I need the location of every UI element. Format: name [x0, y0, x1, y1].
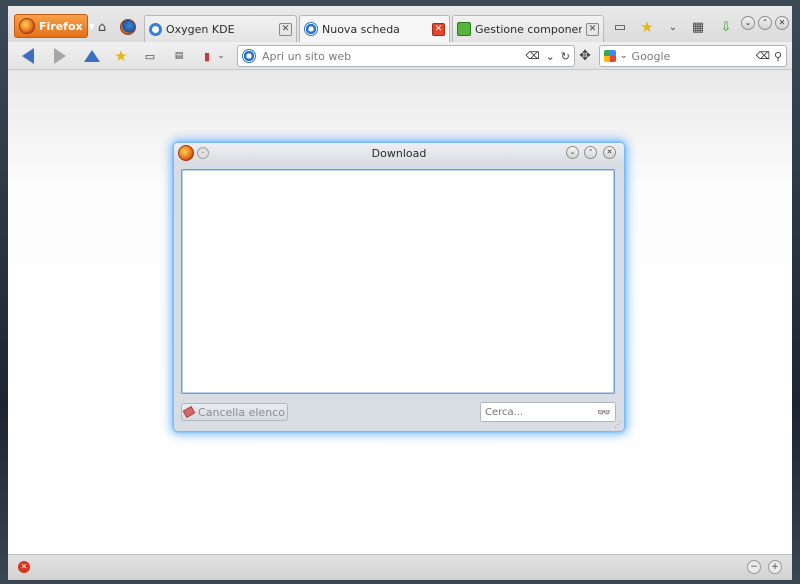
binoculars-icon: 👓 [597, 405, 611, 419]
download-dialog: · Download ⌄ ⌃ ✕ Cancella elenco 👓 ⋰ [174, 143, 624, 431]
zoom-out-icon[interactable]: − [747, 560, 761, 574]
ie-icon [304, 22, 318, 36]
resize-grip-icon[interactable]: ⋰ [614, 420, 622, 429]
error-icon[interactable]: ✕ [18, 561, 30, 573]
eraser-icon [182, 406, 196, 418]
zoom-in-icon[interactable]: + [768, 560, 782, 574]
tab-groups-icon[interactable]: ▦ [687, 16, 709, 38]
tab-label: Gestione componenti a... [475, 22, 582, 36]
clear-search-icon[interactable]: ⌫ [756, 51, 770, 62]
site-identity-icon [242, 49, 256, 63]
up-button[interactable] [81, 45, 103, 67]
tab-strip: Firefox ▼ ⌂ Oxygen KDE ✕ Nuova scheda ✕ … [8, 6, 792, 42]
navigation-toolbar: ★ ▭ ▤ ▮ ⌄ Apri un sito web ⌫ ⌄ ↻ ✥ ⌄ Goo… [8, 42, 792, 70]
clear-list-label: Cancella elenco [198, 405, 285, 419]
close-dialog-icon[interactable]: ✕ [603, 146, 616, 159]
clear-url-icon[interactable]: ⌫ [525, 51, 539, 62]
back-arrow-icon [22, 48, 34, 64]
dialog-search-input[interactable] [485, 406, 598, 418]
downloads-list[interactable] [181, 169, 615, 394]
search-placeholder: Google [631, 49, 671, 63]
url-history-chevron-icon[interactable]: ⌄ [546, 50, 555, 63]
tab-gestione-componenti[interactable]: Gestione componenti a... ✕ [452, 15, 604, 42]
app-tab-firefox[interactable] [117, 16, 139, 38]
new-tab-icon[interactable]: ▭ [609, 16, 631, 38]
sidebar-icon[interactable]: ▭ [139, 45, 161, 67]
tab-nuova-scheda[interactable]: Nuova scheda ✕ [299, 15, 450, 42]
search-bar[interactable]: ⌄ Google ⌫ ⚲ [599, 45, 787, 67]
forward-button[interactable] [49, 45, 71, 67]
bookmarks-folder-icon[interactable]: ★ [110, 45, 132, 67]
tab-oxygen-kde[interactable]: Oxygen KDE ✕ [144, 15, 297, 42]
back-button[interactable] [17, 45, 39, 67]
downloads-icon[interactable]: ⇩ [715, 16, 737, 38]
dialog-search-field[interactable]: 👓 [480, 402, 616, 422]
firefox-menu-label: Firefox [39, 19, 83, 33]
home-icon[interactable]: ⌂ [91, 16, 113, 38]
dialog-titlebar[interactable]: · Download ⌄ ⌃ ✕ [174, 143, 624, 163]
firefox-logo-icon [19, 18, 35, 34]
tab-list-chevron-icon[interactable]: ⌄ [662, 16, 684, 38]
oxygen-icon [149, 22, 162, 36]
close-tab-icon[interactable]: ✕ [279, 22, 292, 36]
minimize-window-icon[interactable]: ⌄ [741, 16, 755, 30]
dialog-title: Download [371, 147, 427, 160]
puzzle-icon [457, 22, 471, 36]
search-icon[interactable]: ⚲ [774, 50, 782, 63]
clear-list-button[interactable]: Cancella elenco [181, 403, 288, 421]
google-icon [604, 50, 616, 62]
close-window-icon[interactable]: ✕ [775, 16, 789, 30]
reload-icon[interactable]: ↻ [561, 50, 570, 63]
tab-label: Nuova scheda [322, 22, 400, 36]
close-tab-icon[interactable]: ✕ [586, 22, 599, 36]
bookmark-star-icon[interactable]: ★ [636, 16, 658, 38]
url-placeholder: Apri un sito web [262, 49, 352, 63]
maximize-dialog-icon[interactable]: ⌃ [584, 146, 597, 159]
toolbar-customize-icon[interactable]: ▤ [168, 45, 190, 67]
firefox-logo-icon [120, 19, 136, 35]
up-arrow-icon [84, 50, 100, 62]
maximize-window-icon[interactable]: ⌃ [758, 16, 772, 30]
search-engine-chevron-icon[interactable]: ⌄ [620, 51, 628, 61]
firefox-menu-button[interactable]: Firefox ▼ [14, 14, 95, 38]
move-handle-icon[interactable]: ✥ [574, 45, 596, 67]
addon-chevron-down-icon[interactable]: ⌄ [214, 45, 228, 67]
close-tab-icon[interactable]: ✕ [432, 22, 445, 36]
url-bar[interactable]: Apri un sito web ⌫ ⌄ ↻ [237, 45, 575, 67]
status-bar: ✕ − + [8, 554, 792, 580]
tab-label: Oxygen KDE [166, 22, 235, 36]
minimize-dialog-icon[interactable]: ⌄ [566, 146, 579, 159]
forward-arrow-icon [54, 48, 66, 64]
